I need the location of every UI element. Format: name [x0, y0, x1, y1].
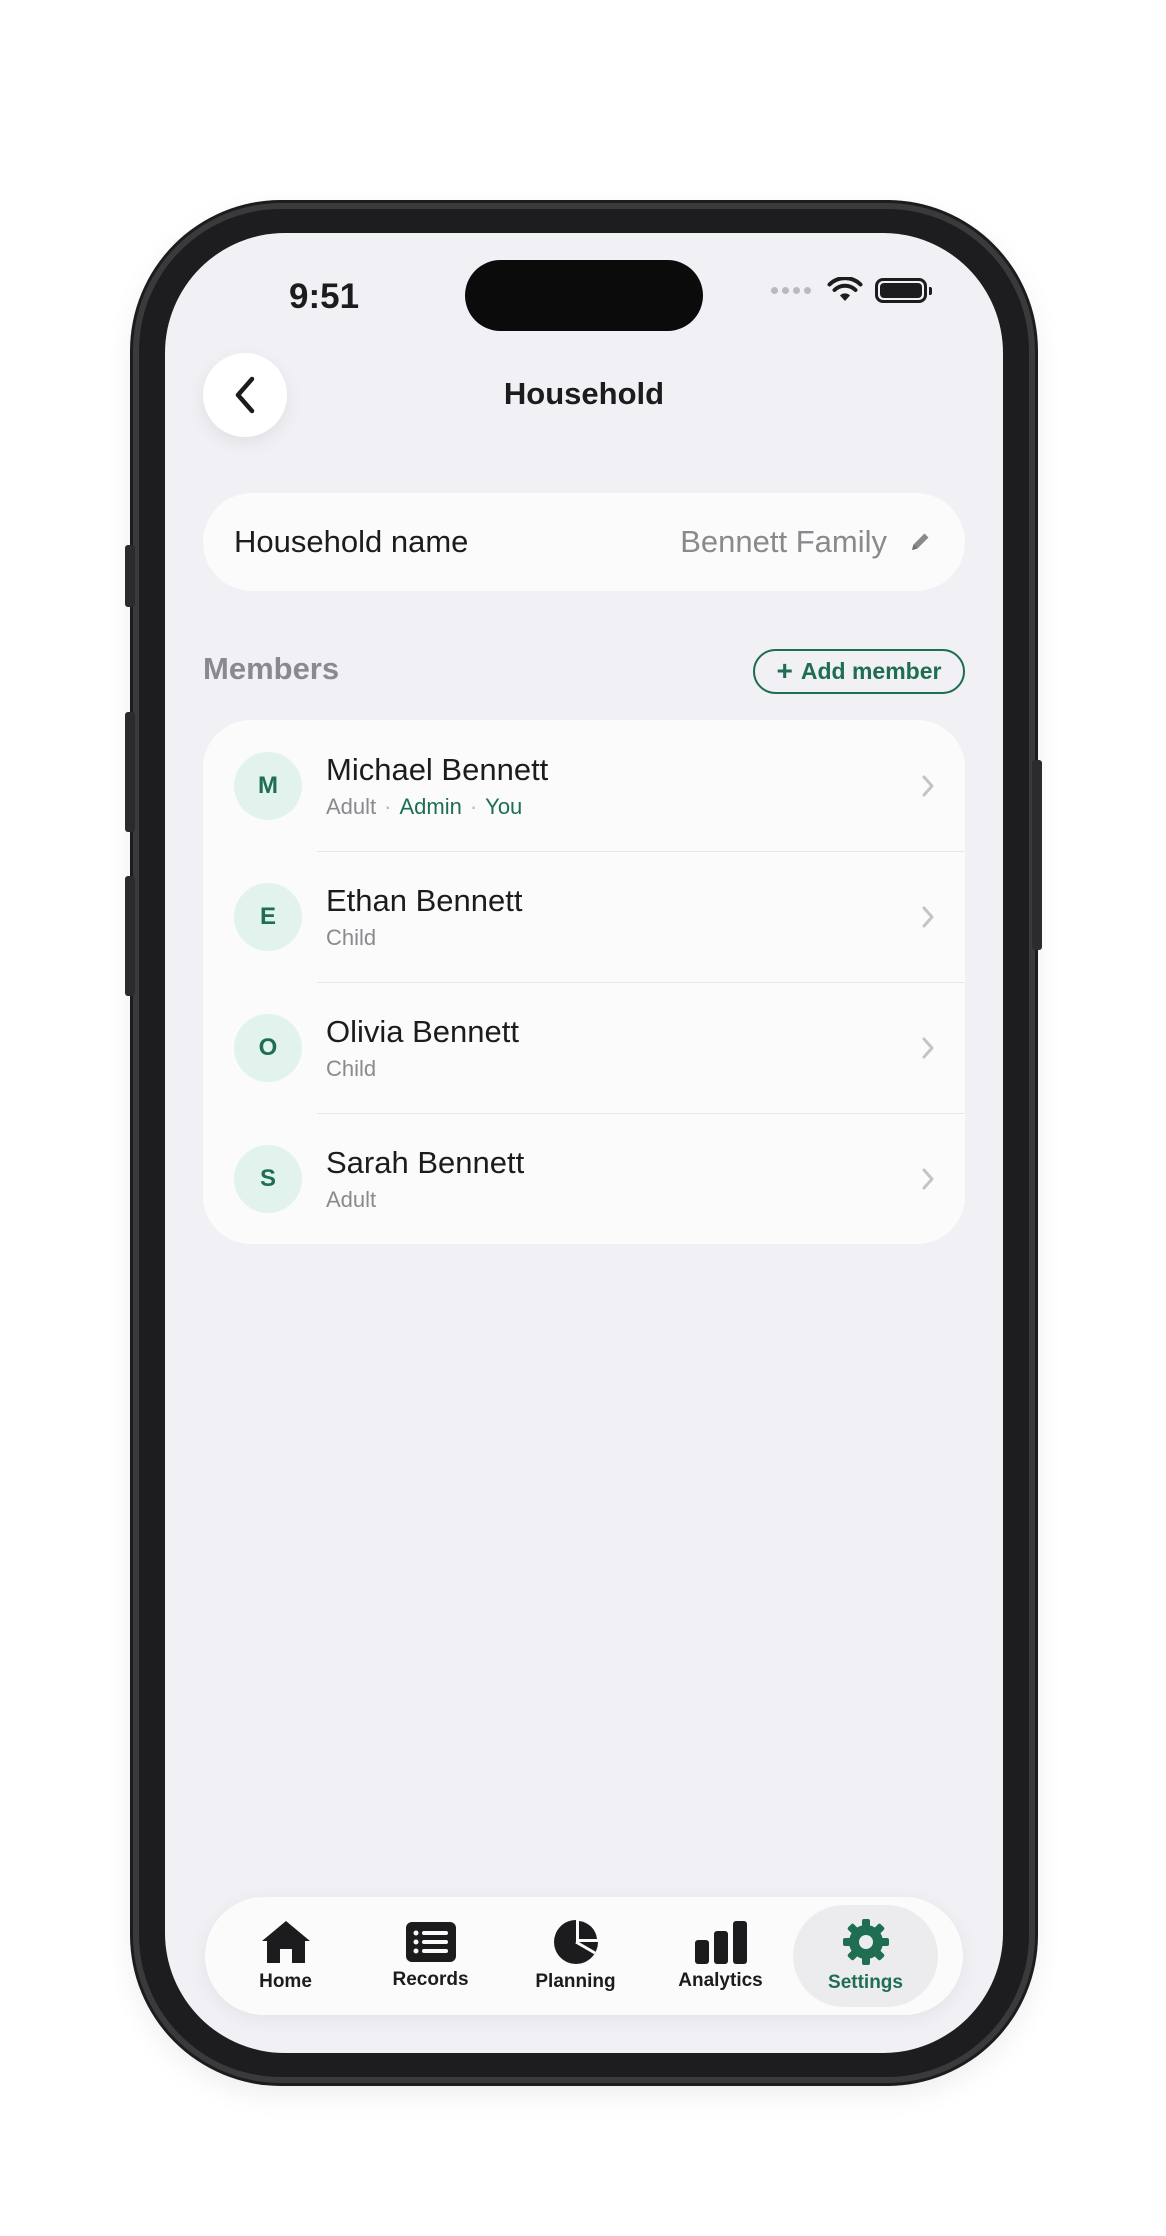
- avatar: O: [234, 1013, 302, 1082]
- tab-label: Planning: [535, 1971, 616, 1992]
- member-name: Michael Bennett: [326, 751, 549, 787]
- pencil-icon[interactable]: [909, 531, 931, 553]
- screen: 9:51 Household Household name Bennett Fa…: [165, 233, 1003, 2053]
- member-name: Ethan Bennett: [326, 882, 523, 918]
- status-icons: [771, 277, 932, 304]
- house-icon: [261, 1921, 310, 1963]
- member-role: Adult: [326, 793, 377, 819]
- plus-icon: +: [776, 654, 793, 686]
- avatar: E: [234, 882, 302, 951]
- admin-badge: Admin: [399, 793, 462, 819]
- chevron-right-icon: [922, 1168, 934, 1189]
- gear-icon: [842, 1919, 889, 1965]
- member-row[interactable]: M Michael Bennett Adult · Admin · You: [203, 720, 965, 851]
- tab-records[interactable]: Records: [358, 1905, 503, 2007]
- chevron-right-icon: [922, 906, 934, 927]
- status-time: 9:51: [289, 277, 360, 316]
- power-button: [1032, 760, 1042, 950]
- household-name-value: Bennett Family: [680, 524, 887, 559]
- tab-label: Home: [259, 1971, 312, 1992]
- dynamic-island: [465, 260, 703, 331]
- member-meta: Adult · Admin · You: [326, 794, 921, 820]
- volume-down-button: [125, 876, 135, 996]
- household-name-label: Household name: [234, 524, 469, 559]
- tab-analytics[interactable]: Analytics: [648, 1905, 793, 2007]
- tab-planning[interactable]: Planning: [503, 1905, 648, 2007]
- members-list: M Michael Bennett Adult · Admin · You E …: [203, 720, 965, 1244]
- cellular-signal-icon: [771, 287, 811, 294]
- tab-label: Analytics: [678, 1970, 763, 1991]
- member-meta: Adult: [326, 1187, 921, 1213]
- list-icon: [405, 1922, 456, 1962]
- tab-label: Settings: [828, 1972, 903, 1993]
- member-meta: Child: [326, 1056, 921, 1082]
- separator: ·: [469, 793, 478, 819]
- tab-bar: Home Records Planning Analytics Settings: [205, 1897, 963, 2015]
- page-title: Household: [503, 376, 665, 411]
- action-button: [125, 545, 135, 607]
- household-name-row[interactable]: Household name Bennett Family: [203, 493, 965, 591]
- member-row[interactable]: S Sarah Bennett Adult: [203, 1113, 965, 1244]
- member-role: Child: [326, 924, 377, 950]
- add-member-button[interactable]: + Add member: [753, 649, 965, 694]
- avatar: S: [234, 1144, 302, 1213]
- member-meta: Child: [326, 925, 921, 951]
- volume-up-button: [125, 712, 135, 832]
- bar-chart-icon: [694, 1921, 747, 1964]
- chevron-right-icon: [922, 775, 934, 796]
- members-heading: Members: [203, 651, 340, 686]
- member-role: Child: [326, 1055, 377, 1081]
- battery-icon: [875, 278, 932, 303]
- wifi-icon: [827, 277, 863, 301]
- chevron-right-icon: [922, 1037, 934, 1058]
- member-row[interactable]: E Ethan Bennett Child: [203, 851, 965, 982]
- you-badge: You: [485, 793, 523, 819]
- member-name: Olivia Bennett: [326, 1013, 519, 1049]
- member-role: Adult: [326, 1186, 377, 1212]
- add-member-label: Add member: [800, 658, 942, 684]
- tab-home[interactable]: Home: [213, 1905, 358, 2007]
- member-row[interactable]: O Olivia Bennett Child: [203, 982, 965, 1113]
- tab-label: Records: [392, 1969, 469, 1990]
- separator: ·: [384, 793, 392, 819]
- tab-settings[interactable]: Settings: [793, 1905, 938, 2007]
- pie-chart-icon: [553, 1920, 598, 1964]
- avatar: M: [234, 751, 302, 820]
- member-name: Sarah Bennett: [326, 1144, 525, 1180]
